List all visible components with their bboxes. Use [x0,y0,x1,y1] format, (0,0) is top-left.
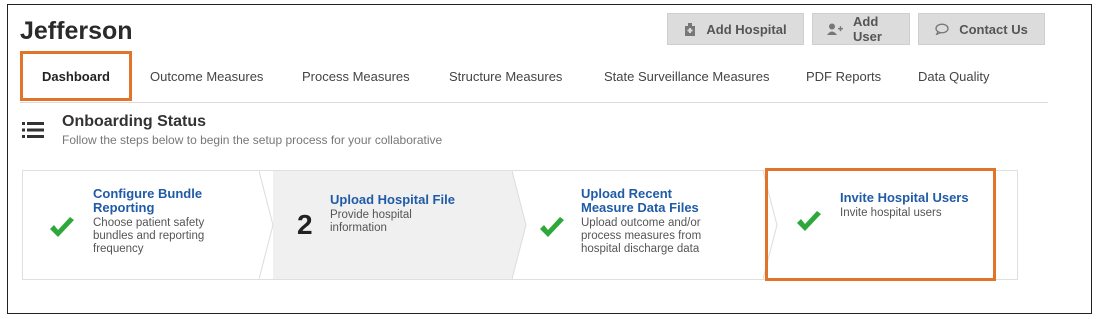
add-user-icon [827,23,843,35]
tab-structure-measures[interactable]: Structure Measures [449,51,562,101]
step-separator [763,171,778,279]
step-title[interactable]: Upload Hospital File [330,193,500,207]
chat-bubble-icon [935,23,949,35]
collaborative-title: Jefferson [20,17,133,45]
hospital-icon [684,22,696,36]
tab-data-quality[interactable]: Data Quality [918,51,990,101]
step-separator [259,171,274,279]
contact-us-button[interactable]: Contact Us [918,13,1045,45]
step-configure-bundle-reporting[interactable]: Configure Bundle Reporting Choose patien… [23,171,273,279]
contact-us-label: Contact Us [959,21,1028,37]
step-number: 2 [297,209,313,240]
add-user-button[interactable]: Add User [812,13,910,45]
onboarding-title: Onboarding Status [62,113,206,130]
tab-outcome-measures[interactable]: Outcome Measures [150,51,263,101]
step-description: Invite hospital users [840,207,942,219]
tab-pdf-reports[interactable]: PDF Reports [806,51,881,101]
step-separator [512,171,527,279]
step-invite-hospital-users[interactable]: Invite Hospital Users Invite hospital us… [768,171,1008,279]
header-actions: Add Hospital Add User Contact Us [667,13,1045,45]
add-hospital-button[interactable]: Add Hospital [667,13,804,45]
step-title[interactable]: Upload Recent Measure Data Files [581,187,721,215]
onboarding-subtitle: Follow the steps below to begin the setu… [62,133,443,147]
checkmark-icon [796,211,822,238]
step-title[interactable]: Configure Bundle Reporting [93,187,243,215]
step-upload-measure-data-files[interactable]: Upload Recent Measure Data Files Upload … [513,171,763,279]
app-frame: Jefferson Add Hospital Add User Contact … [7,4,1092,314]
step-description: Choose patient safety bundles and report… [93,217,205,255]
tab-dashboard[interactable]: Dashboard [20,51,132,101]
step-title[interactable]: Invite Hospital Users [840,191,1005,205]
tab-process-measures[interactable]: Process Measures [302,51,410,101]
add-user-label: Add User [853,14,882,44]
main-nav-tabs: Dashboard Outcome Measures Process Measu… [20,51,1048,103]
step-upload-hospital-file[interactable]: 2 Upload Hospital File Provide hospital … [273,171,513,279]
onboarding-steps: Configure Bundle Reporting Choose patien… [22,170,1018,280]
tab-state-surveillance-measures[interactable]: State Surveillance Measures [604,51,769,101]
list-icon [22,121,44,144]
checkmark-icon [539,217,565,244]
checkmark-icon [49,217,75,244]
step-description: Provide hospital information [330,209,412,234]
step-description: Upload outcome and/or process measures f… [581,217,702,255]
add-hospital-label: Add Hospital [706,21,787,37]
